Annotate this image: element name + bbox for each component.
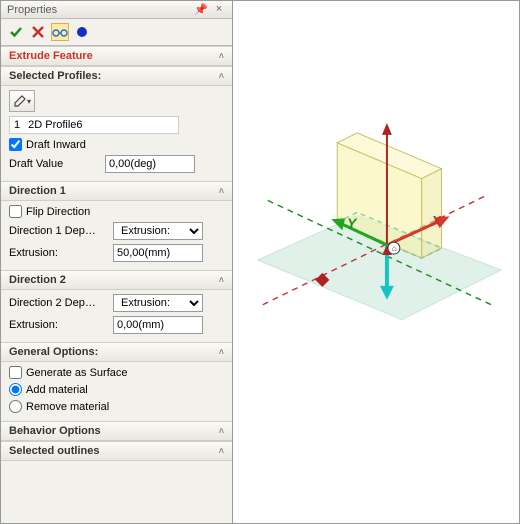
direction2-title: Direction 2	[9, 274, 66, 286]
add-material-radio[interactable]	[9, 383, 22, 396]
profiles-title: Selected Profiles:	[9, 70, 101, 82]
preview-toggle[interactable]	[51, 23, 69, 41]
chevron-up-icon: ˄	[219, 186, 224, 196]
properties-panel: Properties 📌 × Extrude Feature ˄	[1, 1, 233, 523]
x-axis-label: X	[431, 212, 442, 228]
section-header-general[interactable]: General Options: ˄	[1, 343, 232, 362]
chevron-up-icon: ˄	[219, 347, 224, 357]
check-icon	[9, 25, 23, 39]
generate-surface-label: Generate as Surface	[26, 367, 128, 379]
circle-icon	[75, 25, 89, 39]
profile-row-name: 2D Profile6	[28, 119, 82, 131]
section-header-feature[interactable]: Extrude Feature ˄	[1, 47, 232, 66]
pin-icon[interactable]: 📌	[194, 3, 208, 16]
direction1-depth-select[interactable]: Extrusion:	[113, 222, 203, 240]
close-icon[interactable]: ×	[212, 3, 226, 16]
remove-material-label: Remove material	[26, 401, 109, 413]
3d-viewport[interactable]: ⌂ X Y	[233, 1, 519, 523]
generate-surface-checkbox[interactable]	[9, 366, 22, 379]
glasses-icon	[52, 25, 68, 39]
profile-picker-button[interactable]: ▾	[9, 90, 35, 112]
draft-value-label: Draft Value	[9, 158, 99, 170]
section-header-direction2[interactable]: Direction 2 ˄	[1, 271, 232, 290]
edit-icon	[13, 94, 27, 108]
chevron-up-icon: ˄	[219, 51, 224, 61]
direction2-extrusion-label: Extrusion:	[9, 319, 107, 331]
draft-value-input[interactable]	[105, 155, 195, 173]
section-header-outlines[interactable]: Selected outlines ˄	[1, 442, 232, 461]
section-header-direction1[interactable]: Direction 1 ˄	[1, 182, 232, 201]
draft-inward-label: Draft Inward	[26, 139, 86, 151]
direction2-depth-select[interactable]: Extrusion:	[113, 294, 203, 312]
ok-button[interactable]	[7, 23, 25, 41]
origin-glyph: ⌂	[392, 244, 397, 253]
confirm-toolbar	[1, 19, 232, 46]
chevron-up-icon: ˄	[219, 446, 224, 456]
direction1-title: Direction 1	[9, 185, 66, 197]
draft-inward-checkbox[interactable]	[9, 138, 22, 151]
direction1-extrusion-input[interactable]	[113, 244, 203, 262]
outlines-title: Selected outlines	[9, 445, 99, 457]
remove-material-radio[interactable]	[9, 400, 22, 413]
chevron-up-icon: ˄	[219, 426, 224, 436]
color-indicator[interactable]	[73, 23, 91, 41]
direction1-depth-label: Direction 1 Dep…	[9, 225, 107, 237]
scene-svg: ⌂ X Y	[233, 1, 519, 523]
panel-titlebar: Properties 📌 ×	[1, 1, 232, 19]
direction2-depth-label: Direction 2 Dep…	[9, 297, 107, 309]
cancel-button[interactable]	[29, 23, 47, 41]
section-header-behavior[interactable]: Behavior Options ˄	[1, 422, 232, 441]
profile-row-index: 1	[14, 119, 20, 131]
direction2-extrusion-input[interactable]	[113, 316, 203, 334]
x-icon	[31, 25, 45, 39]
add-material-label: Add material	[26, 384, 88, 396]
section-header-profiles[interactable]: Selected Profiles: ˄	[1, 67, 232, 86]
panel-title: Properties	[7, 4, 57, 16]
direction1-extrusion-label: Extrusion:	[9, 247, 107, 259]
behavior-title: Behavior Options	[9, 425, 101, 437]
chevron-up-icon: ˄	[219, 71, 224, 81]
flip-direction-checkbox[interactable]	[9, 205, 22, 218]
feature-title: Extrude Feature	[9, 50, 93, 62]
chevron-up-icon: ˄	[219, 275, 224, 285]
profile-list-row[interactable]: 1 2D Profile6	[9, 116, 179, 134]
general-title: General Options:	[9, 346, 98, 358]
flip-direction-label: Flip Direction	[26, 206, 90, 218]
